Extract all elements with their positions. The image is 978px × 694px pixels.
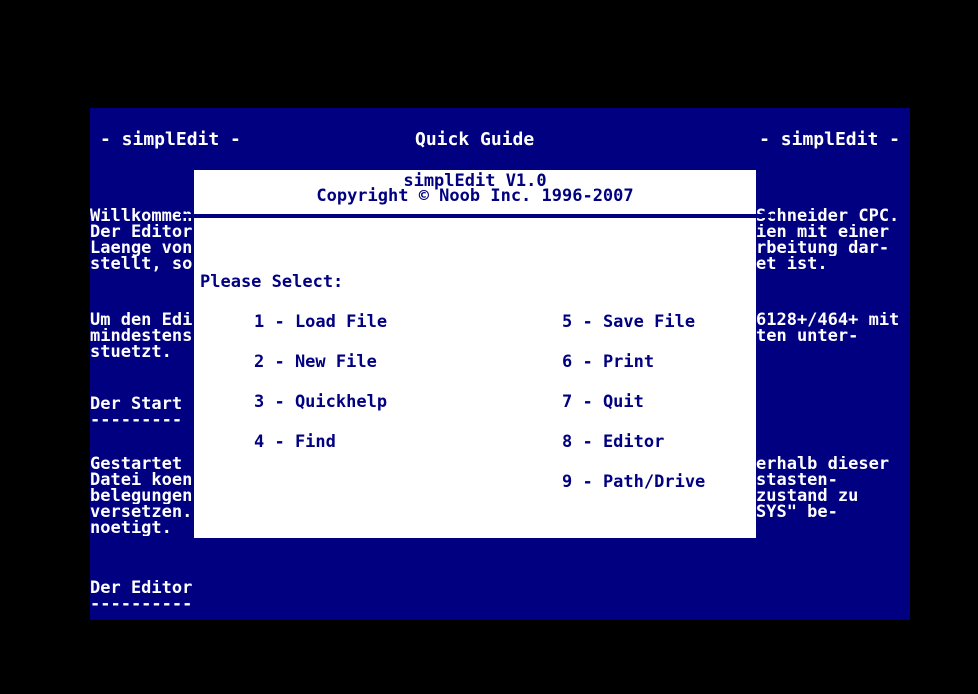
doc-line-left: versetzen.: [90, 504, 193, 520]
doc-line-left: Um den Edi: [90, 312, 193, 328]
doc-line-right: SYS" be-: [756, 504, 838, 520]
doc-line-right: Schneider CPC.: [756, 208, 900, 224]
dialog-copyright: Copyright © Noob Inc. 1996-2007: [316, 186, 634, 206]
doc-line-left: mindestens: [90, 328, 193, 344]
menu-option-editor[interactable]: 8 - Editor: [562, 432, 664, 452]
doc-line-left: stuetzt.: [90, 344, 172, 360]
menu-option-label: 1 - Load File: [254, 312, 388, 332]
doc-line-right: rbeitung dar-: [756, 240, 890, 256]
menu-option-label: 9 - Path/Drive: [562, 472, 706, 492]
menu-option-label: 7 - Quit: [562, 392, 644, 412]
menu-option-load-file[interactable]: 1 - Load File: [254, 312, 387, 332]
header-page-title: Quick Guide: [415, 129, 535, 150]
doc-line-right: ten unter-: [756, 328, 859, 344]
dialog-divider: [180, 214, 770, 218]
menu-option-print[interactable]: 6 - Print: [562, 352, 654, 372]
menu-option-find[interactable]: 4 - Find: [254, 432, 336, 452]
dialog-prompt: Please Select:: [200, 272, 344, 292]
doc-line-left: Datei koen: [90, 472, 193, 488]
doc-line-right: zustand zu: [756, 488, 859, 504]
doc-line-left: Willkommen: [90, 208, 193, 224]
doc-line-left: ----------: [90, 596, 193, 612]
menu-option-quickhelp[interactable]: 3 - Quickhelp: [254, 392, 387, 412]
doc-line-left: Der Start: [90, 396, 183, 412]
doc-line-left: stellt, so: [90, 256, 193, 272]
doc-line-right: et ist.: [756, 256, 828, 272]
header-left-title: - simplEdit -: [100, 129, 241, 150]
doc-line-right: stasten-: [756, 472, 838, 488]
doc-line-left: ---------: [90, 412, 183, 428]
menu-option-label: 8 - Editor: [562, 432, 665, 452]
menu-option-label: 4 - Find: [254, 432, 336, 452]
doc-line-left: Der Editor: [90, 580, 193, 596]
cpc-screen: - simplEdit - Quick Guide - simplEdit - …: [90, 108, 910, 620]
menu-option-label: 6 - Print: [562, 352, 655, 372]
doc-line-right: erhalb dieser: [756, 456, 890, 472]
doc-line-left: Gestartet: [90, 456, 183, 472]
doc-line-right: 6128+/464+ mit: [756, 312, 900, 328]
doc-line-right: ien mit einer: [756, 224, 890, 240]
doc-line-left: belegungen: [90, 488, 193, 504]
header-right-title: - simplEdit -: [759, 129, 900, 150]
menu-option-save-file[interactable]: 5 - Save File: [562, 312, 695, 332]
doc-line-left: Laenge von: [90, 240, 193, 256]
menu-option-label: 5 - Save File: [562, 312, 696, 332]
menu-option-quit[interactable]: 7 - Quit: [562, 392, 644, 412]
menu-option-label: 2 - New File: [254, 352, 377, 372]
menu-option-path-drive[interactable]: 9 - Path/Drive: [562, 472, 705, 492]
menu-option-new-file[interactable]: 2 - New File: [254, 352, 377, 372]
quick-guide-dialog: simplEdit V1.0 Copyright © Noob Inc. 199…: [180, 170, 770, 538]
doc-line-left: Der Editor: [90, 224, 193, 240]
menu-option-label: 3 - Quickhelp: [254, 392, 388, 412]
doc-line-left: noetigt.: [90, 520, 172, 536]
